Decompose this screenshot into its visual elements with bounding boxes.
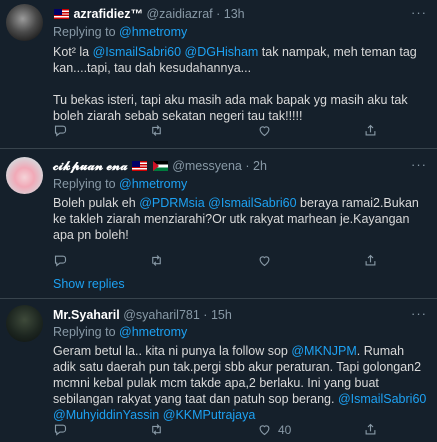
heart-icon (259, 425, 270, 436)
mention-link[interactable]: @PDRMsia (139, 196, 204, 210)
heart-icon (259, 256, 270, 267)
tweet-header: 𝓬𝓲𝓴𝓹𝓾𝓪𝓷 𝓮𝓷𝓪 @messyena · 2h (53, 159, 267, 174)
tweet-text: Kot² la (53, 45, 93, 59)
replying-label: Replying to (53, 25, 116, 39)
replying-mention[interactable]: @hmetromy (119, 25, 187, 39)
tweet-text: Tu bekas isteri, tapi aku masih ada mak … (53, 93, 408, 123)
flag-icon (152, 161, 168, 171)
replying-mention[interactable]: @hmetromy (119, 325, 187, 339)
timestamp[interactable]: 13h (224, 7, 245, 21)
more-icon[interactable]: ··· (411, 157, 427, 172)
mention-link[interactable]: @IsmailSabri60 (338, 392, 426, 406)
share-icon (365, 124, 376, 136)
replying-mention[interactable]: @hmetromy (119, 177, 187, 191)
separator (0, 298, 437, 299)
mention-link[interactable]: @MuhyiddinYassin (53, 408, 159, 422)
retweet-button[interactable] (149, 422, 164, 437)
timestamp[interactable]: 2h (253, 159, 267, 173)
user-name[interactable]: azrafidiez™ (73, 7, 142, 21)
like-button[interactable]: 40 (257, 422, 291, 437)
avatar[interactable] (6, 305, 43, 342)
tweet-header: azrafidiez™ @zaidiazraf · 13h (53, 7, 245, 22)
share-button[interactable] (363, 422, 378, 437)
reply-icon (54, 255, 67, 267)
reply-button[interactable] (53, 123, 68, 138)
tweet-body: Boleh pulak eh @PDRMsia @IsmailSabri60 b… (53, 195, 428, 243)
like-count: 40 (278, 422, 292, 437)
tweet-body: Geram betul la.. kita ni punya la follow… (53, 343, 428, 423)
mention-link[interactable]: @MKNJPM (291, 344, 356, 358)
share-icon (365, 254, 376, 266)
avatar[interactable] (6, 4, 43, 41)
reply-icon (54, 125, 67, 137)
flag-icon (54, 9, 69, 19)
user-name[interactable]: Mr.Syaharil (53, 308, 120, 322)
user-handle[interactable]: @zaidiazraf (146, 7, 212, 21)
mention-link[interactable]: @DGHisham (185, 45, 259, 59)
mention-link[interactable]: @IsmailSabri60 (93, 45, 181, 59)
retweet-button[interactable] (149, 253, 164, 268)
reply-button[interactable] (53, 422, 68, 437)
more-icon[interactable]: ··· (411, 306, 427, 321)
tweet-text: Boleh pulak eh (53, 196, 140, 210)
tweet-actions: 40 (53, 422, 423, 440)
retweet-icon (152, 424, 161, 435)
avatar[interactable] (6, 157, 43, 194)
user-handle[interactable]: @messyena (172, 159, 242, 173)
tweet-actions (53, 253, 423, 271)
reply-icon (54, 424, 67, 436)
tweet-body: Kot² la @IsmailSabri60 @DGHisham tak nam… (53, 44, 428, 124)
flag-icon (132, 161, 148, 171)
dot-separator: · (245, 159, 250, 173)
heart-icon (259, 126, 270, 137)
dot-separator: · (203, 308, 208, 322)
show-replies-link[interactable]: Show replies (53, 277, 125, 291)
tweet-text: Geram betul la.. kita ni punya la follow… (53, 344, 292, 358)
share-icon (365, 423, 376, 435)
separator (0, 148, 437, 149)
dot-separator: · (216, 7, 221, 21)
share-button[interactable] (363, 253, 378, 268)
mention-link[interactable]: @KKMPutrajaya (163, 408, 256, 422)
share-button[interactable] (363, 123, 378, 138)
retweet-icon (152, 255, 161, 266)
more-icon[interactable]: ··· (411, 5, 427, 20)
replying-to: Replying to @hmetromy (53, 177, 187, 192)
replying-to: Replying to @hmetromy (53, 25, 187, 40)
tweet-actions (53, 123, 423, 141)
user-handle[interactable]: @syaharil781 (123, 308, 200, 322)
tweet-header: Mr.Syaharil @syaharil781 · 15h (53, 308, 232, 323)
mention-link[interactable]: @IsmailSabri60 (208, 196, 296, 210)
like-button[interactable] (257, 123, 278, 138)
retweet-button[interactable] (149, 123, 164, 138)
reply-button[interactable] (53, 253, 68, 268)
replying-label: Replying to (53, 177, 116, 191)
like-button[interactable] (257, 253, 278, 268)
replying-label: Replying to (53, 325, 116, 339)
retweet-icon (152, 125, 161, 136)
timestamp[interactable]: 15h (211, 308, 232, 322)
user-name[interactable]: 𝓬𝓲𝓴𝓹𝓾𝓪𝓷 𝓮𝓷𝓪 (53, 159, 128, 173)
replying-to: Replying to @hmetromy (53, 325, 187, 340)
